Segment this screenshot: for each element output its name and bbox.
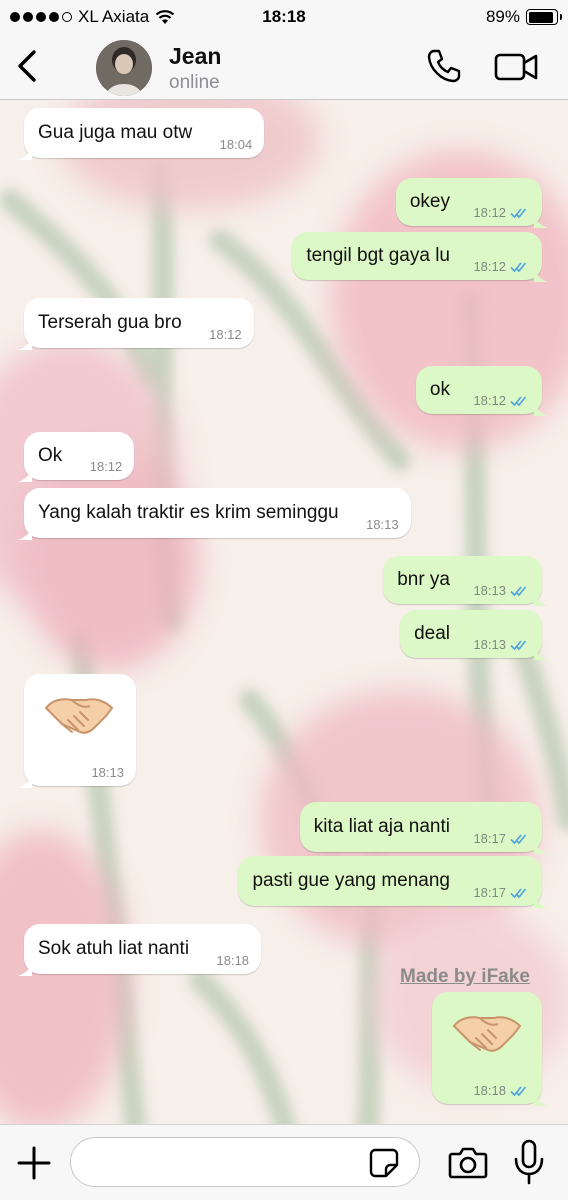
incoming-message[interactable]: 18:13 (18, 674, 136, 788)
message-time: 18:12 (473, 393, 506, 408)
double-check-icon (510, 261, 527, 272)
incoming-message[interactable]: Gua juga mau otw 18:04 (18, 108, 265, 160)
handshake-emoji (452, 1016, 522, 1052)
handshake-emoji (44, 698, 114, 734)
outgoing-message[interactable]: deal 18:13 (400, 610, 548, 660)
input-bar (0, 1124, 568, 1200)
message-meta: 18:13 (366, 517, 399, 532)
message-text: okey (409, 191, 450, 212)
outgoing-message[interactable]: ok 18:12 (415, 366, 548, 416)
camera-icon[interactable] (448, 1145, 488, 1181)
contact-name[interactable]: Jean (169, 43, 221, 70)
bubble-tail (534, 212, 548, 228)
double-check-icon (510, 585, 527, 596)
message-time: 18:18 (216, 953, 250, 968)
battery-percent: 89% (485, 7, 520, 26)
message-time: 18:17 (473, 831, 506, 846)
outgoing-message[interactable]: 18:18 (432, 992, 548, 1106)
message-meta: 18:18 (217, 953, 250, 968)
sticker-icon[interactable] (368, 1147, 400, 1179)
status-bar: XL Axiata 18:18 89% (0, 0, 568, 34)
signal-strength-icon (10, 12, 72, 22)
message-time: 18:04 (219, 137, 253, 152)
bubble-tail (18, 960, 32, 976)
message-time: 18:12 (89, 459, 123, 474)
message-time: 18:13 (91, 765, 124, 780)
bubble-tail (534, 644, 548, 660)
incoming-message[interactable]: Sok atuh liat nanti 18:18 (18, 924, 262, 976)
chat-header: Jean online (0, 34, 568, 100)
message-meta: 18:17 (473, 831, 530, 846)
back-icon[interactable] (12, 48, 42, 84)
message-meta: 18:17 (473, 885, 530, 900)
message-text: Terserah gua bro (38, 312, 182, 333)
message-text: Ok (38, 445, 63, 466)
bubble-tail (18, 144, 32, 160)
watermark: Made by iFake (400, 966, 530, 987)
double-check-icon (510, 1085, 527, 1096)
message-meta: 18:13 (473, 583, 530, 598)
microphone-icon[interactable] (512, 1139, 546, 1185)
outgoing-message[interactable]: tengil bgt gaya lu 18:12 (292, 232, 548, 282)
bubble-tail (534, 838, 548, 854)
emoji-message-text (446, 1004, 524, 1092)
message-meta: 18:12 (473, 259, 530, 274)
message-time: 18:18 (473, 1083, 506, 1098)
message-text: Sok atuh liat nanti (38, 938, 190, 959)
message-time: 18:17 (473, 885, 506, 900)
message-text: deal (414, 623, 450, 644)
bubble-tail (534, 400, 548, 416)
message-time: 18:13 (473, 583, 506, 598)
message-meta: 18:12 (209, 327, 242, 342)
message-text: bnr ya (397, 569, 450, 590)
message-meta: 18:18 (473, 1083, 530, 1098)
wifi-icon (155, 10, 175, 24)
message-meta: 18:12 (90, 459, 123, 474)
outgoing-message[interactable]: bnr ya 18:13 (383, 556, 548, 606)
message-text: ok (429, 379, 450, 400)
bubble-tail (18, 466, 32, 482)
incoming-message[interactable]: Ok 18:12 (18, 432, 135, 482)
plus-icon[interactable] (16, 1145, 52, 1181)
bubble-tail (534, 892, 548, 908)
outgoing-message[interactable]: okey 18:12 (395, 178, 548, 228)
bubble-tail (534, 590, 548, 606)
message-text: pasti gue yang menang (252, 870, 450, 891)
message-meta: 18:12 (473, 393, 530, 408)
message-time: 18:12 (473, 259, 506, 274)
outgoing-message[interactable]: pasti gue yang menang 18:17 (238, 856, 548, 908)
bubble-tail (534, 1090, 548, 1106)
message-meta: 18:13 (473, 637, 530, 652)
incoming-message[interactable]: Terserah gua bro 18:12 (18, 298, 254, 350)
message-text: tengil bgt gaya lu (306, 245, 450, 266)
message-time: 18:12 (209, 327, 242, 342)
message-text: Gua juga mau otw (38, 122, 193, 143)
message-meta: 18:13 (91, 765, 124, 780)
bubble-tail (18, 772, 32, 788)
message-time: 18:13 (366, 517, 399, 532)
bubble-tail (18, 334, 32, 350)
message-meta: 18:04 (220, 137, 253, 152)
outgoing-message[interactable]: kita liat aja nanti 18:17 (299, 802, 548, 854)
message-time: 18:12 (473, 205, 506, 220)
incoming-message[interactable]: Yang kalah traktir es krim seminggu 18:13 (18, 488, 411, 540)
bubble-tail (18, 524, 32, 540)
message-meta: 18:12 (473, 205, 530, 220)
message-text: Yang kalah traktir es krim seminggu (38, 502, 339, 523)
double-check-icon (510, 887, 527, 898)
double-check-icon (510, 395, 527, 406)
emoji-message-text (38, 686, 116, 774)
contact-avatar[interactable] (96, 40, 152, 96)
double-check-icon (510, 639, 527, 650)
double-check-icon (510, 207, 527, 218)
bubble-tail (534, 266, 548, 282)
carrier-name: XL Axiata (78, 7, 150, 26)
message-text: kita liat aja nanti (313, 816, 450, 837)
phone-icon[interactable] (426, 48, 462, 84)
message-time: 18:13 (473, 637, 506, 652)
double-check-icon (510, 833, 527, 844)
video-call-icon[interactable] (494, 52, 538, 82)
contact-status: online (169, 72, 220, 93)
battery-icon (526, 9, 562, 25)
